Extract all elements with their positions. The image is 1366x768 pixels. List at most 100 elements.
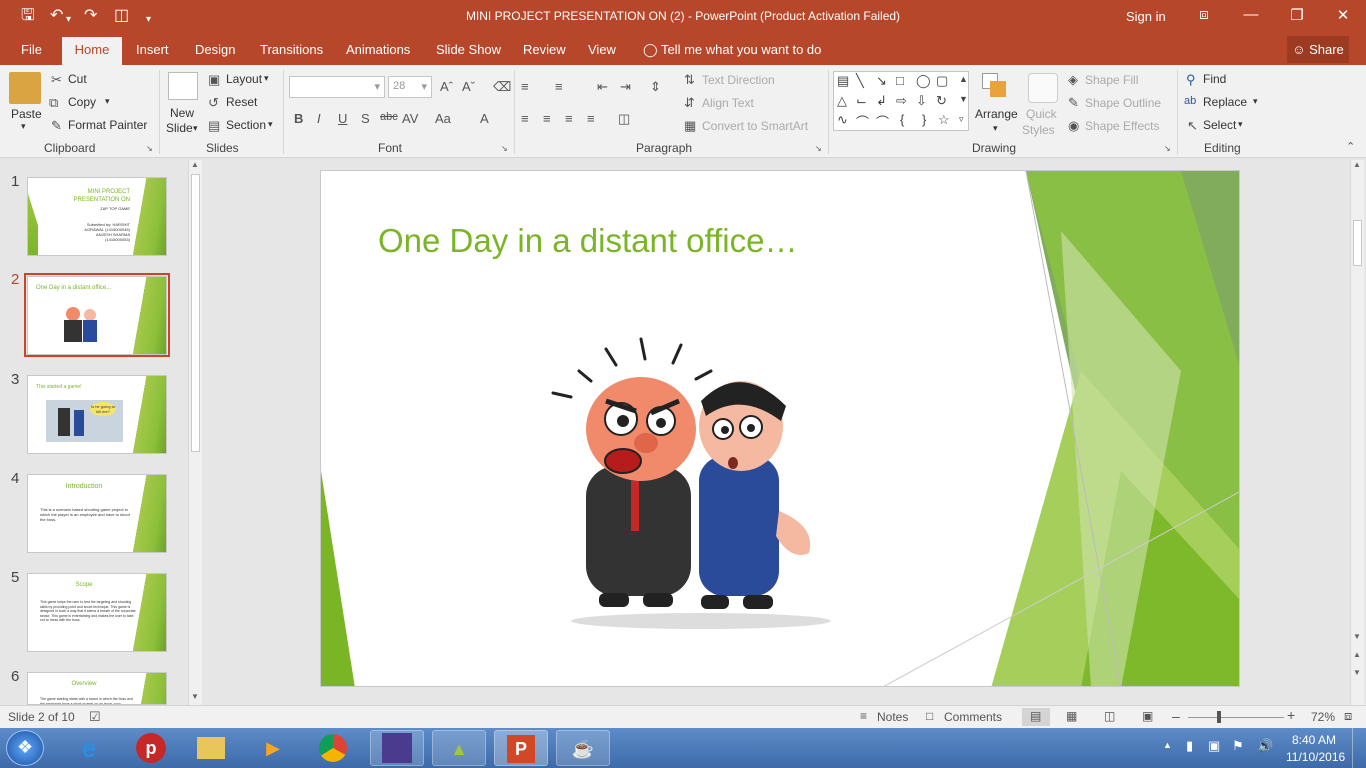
zoom-slider-track[interactable] bbox=[1188, 717, 1284, 718]
curve-shape-icon[interactable]: ⌒ bbox=[856, 112, 869, 131]
replace-button[interactable]: Replace bbox=[1203, 95, 1247, 109]
shape-effects-icon[interactable]: ◉ bbox=[1068, 118, 1079, 134]
shape-fill-button[interactable]: Shape Fill bbox=[1085, 73, 1138, 87]
show-desktop-button[interactable] bbox=[1352, 728, 1366, 768]
start-button[interactable]: ❖ bbox=[6, 730, 44, 766]
slide-thumbnail-6[interactable]: Overview The game starting starts with a… bbox=[27, 672, 167, 705]
section-button[interactable]: Section bbox=[226, 118, 266, 132]
comments-icon[interactable]: □ bbox=[926, 709, 933, 723]
new-slide-label[interactable]: Slide bbox=[166, 121, 193, 135]
align-text-icon[interactable]: ⇵ bbox=[684, 95, 695, 111]
increase-indent-icon[interactable]: ⇥ bbox=[620, 79, 631, 95]
zoom-out-button[interactable]: – bbox=[1172, 708, 1180, 724]
shapes-gallery[interactable]: ▤ ╲ ↘ □ ◯ ▢ △ ⌙ ↲ ⇨ ⇩ ↻ ∿ ⌒ ⌒ { } ☆ ▲ ▼ … bbox=[833, 71, 969, 131]
squiggle-shape-icon[interactable]: ∿ bbox=[837, 112, 848, 128]
network-icon[interactable]: ▣ bbox=[1208, 738, 1220, 754]
elbow-arrow-icon[interactable]: ↲ bbox=[876, 93, 887, 109]
new-slide-dropdown-icon[interactable]: ▾ bbox=[193, 123, 198, 134]
rectangle-shape-icon[interactable]: □ bbox=[896, 73, 904, 88]
down-arrow-shape-icon[interactable]: ⇩ bbox=[916, 93, 927, 109]
tab-review[interactable]: Review bbox=[523, 42, 566, 57]
clear-formatting-icon[interactable]: ⌫ bbox=[493, 79, 511, 95]
restore-button[interactable]: ❐ bbox=[1283, 6, 1311, 24]
font-color-icon[interactable]: A bbox=[480, 111, 489, 126]
slide-canvas[interactable]: One Day in a distant office… bbox=[320, 170, 1240, 687]
spell-check-icon[interactable]: ☑ bbox=[89, 709, 101, 725]
increase-font-icon[interactable]: Aˆ bbox=[440, 79, 453, 94]
new-slide-icon[interactable] bbox=[168, 72, 198, 100]
arrange-button[interactable]: Arrange bbox=[975, 107, 1018, 121]
reset-icon[interactable]: ↺ bbox=[208, 95, 219, 111]
drawing-launcher-icon[interactable]: ↘ bbox=[1164, 144, 1171, 153]
elbow-connector-icon[interactable]: ⌙ bbox=[856, 93, 867, 109]
paste-dropdown-icon[interactable]: ▾ bbox=[21, 121, 26, 132]
gallery-more-icon[interactable]: ▿ bbox=[959, 114, 964, 125]
columns-icon[interactable]: ◫ bbox=[618, 111, 630, 127]
eclipse-java-ee-icon[interactable] bbox=[370, 730, 424, 766]
normal-view-button[interactable]: ▤ bbox=[1022, 708, 1050, 726]
rounded-rect-shape-icon[interactable]: ▢ bbox=[936, 73, 948, 89]
comments-button[interactable]: Comments bbox=[944, 710, 1002, 724]
file-explorer-icon[interactable] bbox=[184, 730, 238, 766]
section-dropdown-icon[interactable]: ▾ bbox=[268, 119, 273, 130]
scroll-up-icon[interactable]: ▲ bbox=[1353, 160, 1361, 169]
shape-outline-button[interactable]: Shape Outline bbox=[1085, 96, 1161, 110]
arrow-shape-icon[interactable]: ↘ bbox=[876, 73, 887, 89]
tab-file[interactable]: File bbox=[21, 42, 42, 57]
internet-explorer-icon[interactable]: e bbox=[62, 730, 116, 766]
scroll-down-icon[interactable]: ▼ bbox=[1353, 632, 1361, 641]
cut-button[interactable]: Cut bbox=[68, 72, 87, 86]
change-case-icon[interactable]: Aa bbox=[435, 111, 451, 126]
clipboard-launcher-icon[interactable]: ↘ bbox=[146, 144, 153, 153]
textbox-shape-icon[interactable]: ▤ bbox=[837, 73, 849, 89]
share-button[interactable]: ☺ Share bbox=[1287, 36, 1349, 63]
format-painter-button[interactable]: Format Painter bbox=[68, 118, 147, 132]
tab-home[interactable]: Home bbox=[62, 37, 122, 65]
android-studio-icon[interactable]: ▲ bbox=[432, 730, 486, 766]
justify-icon[interactable]: ≡ bbox=[587, 111, 595, 126]
scroll-up-icon[interactable]: ▲ bbox=[191, 160, 199, 169]
section-icon[interactable]: ▤ bbox=[208, 118, 220, 134]
shape-outline-icon[interactable]: ✎ bbox=[1068, 95, 1079, 111]
slide-thumbnail-5[interactable]: Scope This game helps the user to test t… bbox=[27, 573, 167, 652]
copy-icon[interactable]: ⧉ bbox=[49, 95, 58, 111]
next-slide-icon[interactable]: ▼ bbox=[1353, 668, 1361, 677]
close-button[interactable]: ✕ bbox=[1329, 6, 1357, 24]
text-shadow-icon[interactable]: S bbox=[361, 111, 370, 126]
layout-button[interactable]: Layout bbox=[226, 72, 262, 86]
clock-date[interactable]: 11/10/2016 bbox=[1286, 750, 1345, 764]
star-shape-icon[interactable]: ☆ bbox=[938, 112, 950, 128]
decrease-font-icon[interactable]: Aˇ bbox=[462, 79, 475, 94]
minimize-button[interactable]: — bbox=[1237, 6, 1265, 23]
line-spacing-icon[interactable]: ⇕ bbox=[650, 79, 661, 95]
java-app-icon[interactable]: ☕ bbox=[556, 730, 610, 766]
battery-icon[interactable]: ▮ bbox=[1186, 738, 1193, 754]
paste-icon[interactable] bbox=[9, 72, 41, 104]
find-button[interactable]: Find bbox=[1203, 72, 1226, 86]
rotate-arrow-shape-icon[interactable]: ↻ bbox=[936, 93, 947, 109]
chrome-icon[interactable] bbox=[306, 730, 360, 766]
show-hidden-icons[interactable]: ▲ bbox=[1163, 740, 1172, 750]
convert-to-smartart-button[interactable]: Convert to SmartArt bbox=[702, 119, 808, 133]
scroll-thumb[interactable] bbox=[1353, 220, 1362, 266]
paste-button[interactable]: Paste bbox=[11, 107, 42, 121]
tab-view[interactable]: View bbox=[588, 42, 616, 57]
scroll-down-icon[interactable]: ▼ bbox=[191, 692, 199, 701]
italic-icon[interactable]: I bbox=[317, 111, 321, 126]
volume-icon[interactable]: 🔊 bbox=[1257, 738, 1273, 754]
action-center-flag-icon[interactable]: ⚑ bbox=[1232, 738, 1244, 754]
gallery-up-icon[interactable]: ▲ bbox=[959, 74, 968, 84]
collapse-ribbon-icon[interactable]: ⌃ bbox=[1346, 140, 1355, 153]
zoom-slider-thumb[interactable] bbox=[1217, 711, 1221, 723]
arrange-icon[interactable] bbox=[982, 73, 1008, 99]
notes-button[interactable]: Notes bbox=[877, 710, 908, 724]
right-brace-shape-icon[interactable]: } bbox=[922, 112, 926, 127]
replace-icon[interactable]: ab bbox=[1184, 95, 1196, 107]
quick-styles-label[interactable]: Styles bbox=[1022, 123, 1055, 137]
arrange-dropdown-icon[interactable]: ▾ bbox=[993, 123, 998, 134]
find-icon[interactable]: ⚲ bbox=[1186, 72, 1196, 88]
slide-thumbnail-4[interactable]: Introduction This is a scenario based sh… bbox=[27, 474, 167, 553]
layout-icon[interactable]: ▣ bbox=[208, 72, 220, 88]
fit-slide-icon[interactable]: ⧈ bbox=[1344, 708, 1352, 724]
slide-scrollbar[interactable]: ▲ ▼ ▲ ▼ bbox=[1350, 160, 1364, 705]
